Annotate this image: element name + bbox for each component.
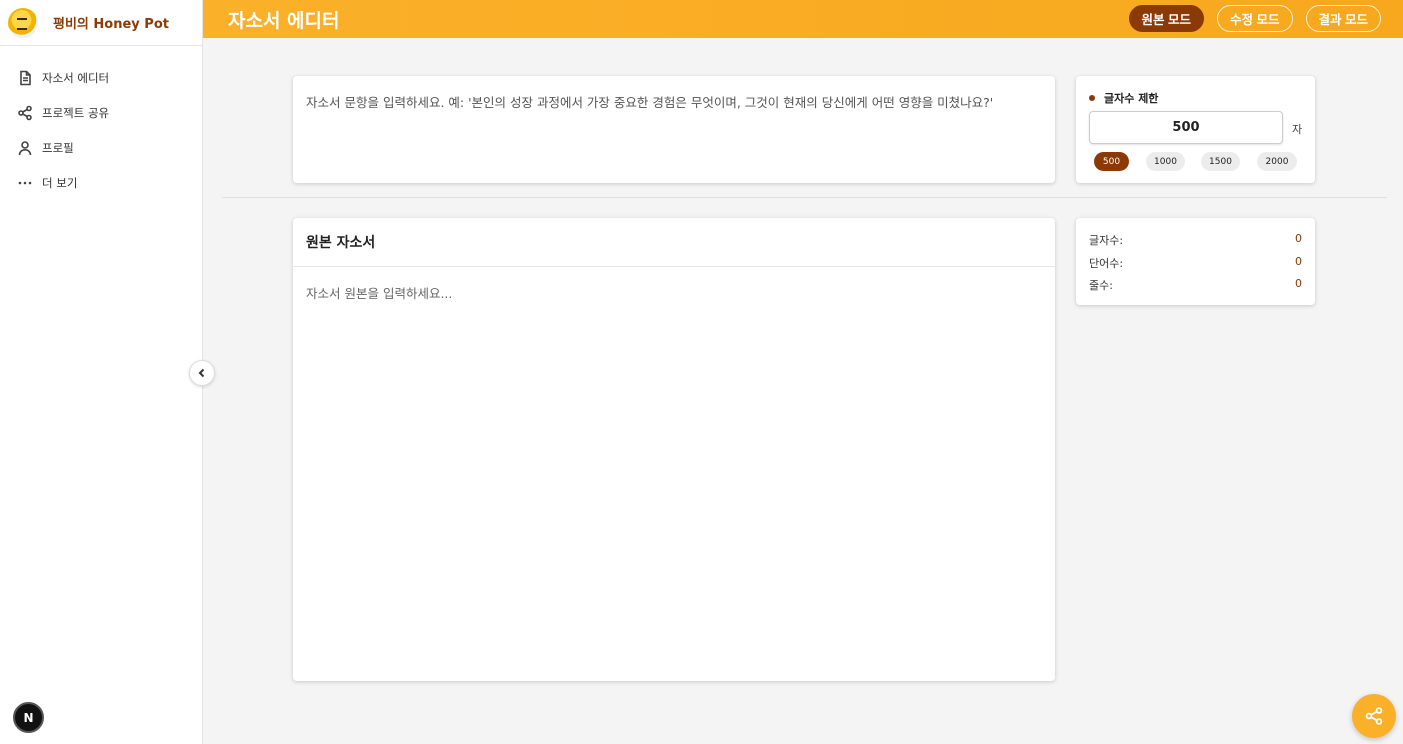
original-mode-button[interactable]: 원본 모드 (1128, 5, 1205, 32)
nextjs-badge[interactable]: N (13, 702, 44, 733)
edit-mode-button[interactable]: 수정 모드 (1217, 5, 1293, 32)
document-icon (20, 70, 31, 85)
stat-lines: 줄수: 0 (1089, 277, 1302, 292)
section-divider (222, 197, 1387, 198)
share-icon (18, 105, 32, 120)
char-limit-panel: 글자수 제한 500 자 500 1000 1500 2000 (1076, 76, 1315, 183)
char-limit-presets: 500 1000 1500 2000 (1094, 152, 1297, 171)
essay-placeholder: 자소서 원본을 입력하세요... (306, 286, 453, 301)
sidebar-item-label: 자소서 에디터 (42, 70, 110, 85)
sidebar: 평비의 Honey Pot 자소서 에디터 프로젝트 공유 프로필 더 보기 N (0, 0, 203, 744)
sidebar-item-label: 프로필 (42, 140, 74, 155)
share-fab-button[interactable] (1352, 694, 1396, 738)
sidebar-item-more[interactable]: 더 보기 (0, 165, 202, 200)
share-icon (1365, 707, 1383, 725)
preset-2000-button[interactable]: 2000 (1257, 152, 1297, 171)
sidebar-item-project-share[interactable]: 프로젝트 공유 (0, 95, 202, 130)
sidebar-item-profile[interactable]: 프로필 (0, 130, 202, 165)
original-essay-card: 원본 자소서 자소서 원본을 입력하세요... (293, 218, 1055, 681)
chevron-left-icon (198, 368, 205, 378)
question-input[interactable]: 자소서 문항을 입력하세요. 예: '본인의 성장 과정에서 가장 중요한 경험… (293, 76, 1055, 183)
char-limit-title: 글자수 제한 (1089, 90, 1158, 106)
stat-chars: 글자수: 0 (1089, 232, 1302, 247)
sidebar-item-essay-editor[interactable]: 자소서 에디터 (0, 60, 202, 95)
essay-textarea[interactable]: 자소서 원본을 입력하세요... (293, 267, 1055, 318)
sidebar-collapse-button[interactable] (189, 360, 215, 386)
stat-words: 단어수: 0 (1089, 254, 1302, 270)
preset-1000-button[interactable]: 1000 (1146, 152, 1185, 171)
preset-500-button[interactable]: 500 (1094, 152, 1129, 171)
mode-switcher: 원본 모드 수정 모드 결과 모드 (1128, 5, 1381, 32)
stats-panel: 글자수: 0 단어수: 0 줄수: 0 (1076, 218, 1315, 305)
sidebar-item-label: 프로젝트 공유 (42, 105, 110, 120)
char-limit-unit: 자 (1292, 123, 1303, 136)
brand[interactable]: 평비의 Honey Pot (0, 0, 202, 46)
brand-name: 평비의 Honey Pot (53, 17, 169, 32)
editor-title: 원본 자소서 (293, 218, 1055, 267)
honey-bee-logo (8, 7, 38, 38)
sidebar-item-label: 더 보기 (42, 175, 78, 190)
top-bar: 자소서 에디터 원본 모드 수정 모드 결과 모드 (203, 0, 1403, 38)
char-limit-input[interactable]: 500 (1089, 111, 1283, 144)
user-icon (18, 140, 32, 155)
more-icon (18, 181, 32, 184)
sidebar-nav: 자소서 에디터 프로젝트 공유 프로필 더 보기 (0, 46, 202, 200)
page-title: 자소서 에디터 (228, 9, 340, 32)
result-mode-button[interactable]: 결과 모드 (1305, 5, 1381, 32)
preset-1500-button[interactable]: 1500 (1201, 152, 1240, 171)
question-placeholder: 자소서 문항을 입력하세요. 예: '본인의 성장 과정에서 가장 중요한 경험… (306, 95, 994, 110)
bullet-dot (1089, 95, 1095, 101)
